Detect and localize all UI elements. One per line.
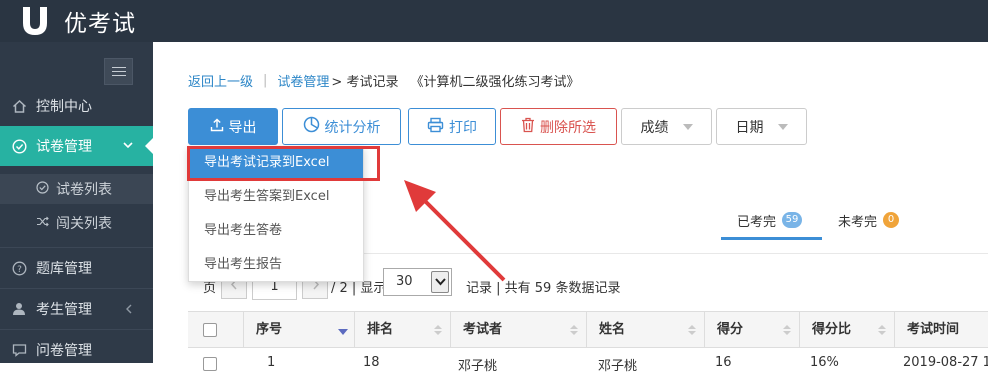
home-icon (11, 98, 27, 114)
statistics-button-label: 统计分析 (324, 119, 381, 136)
column-header-index[interactable]: 序号 (243, 312, 354, 348)
tab-incomplete[interactable]: 未考完 0 (838, 205, 900, 235)
table-row[interactable]: 1 18 邓子桃 邓子桃 16 16% 2019-08-27 13 (188, 349, 988, 374)
sort-icon (688, 325, 696, 335)
sort-icon (878, 325, 886, 335)
completed-count-badge: 59 (782, 212, 803, 228)
app-name: 优考试 (64, 11, 136, 37)
shuffle-icon (36, 215, 50, 231)
select-all-checkbox[interactable] (203, 323, 217, 337)
user-icon (11, 301, 27, 317)
delete-selected-button[interactable]: 删除所选 (500, 108, 617, 145)
active-pointer (145, 138, 153, 154)
sidebar-subitem-paper-list[interactable]: 试卷列表 (0, 174, 153, 204)
chevron-left-icon (124, 303, 134, 319)
menu-item-export-reports[interactable]: 导出考生报告 (189, 250, 363, 280)
column-header-rank[interactable]: 排名 (354, 312, 450, 348)
pie-chart-icon (303, 116, 320, 137)
sidebar-item-label: 控制中心 (36, 99, 92, 115)
column-header-score-ratio[interactable]: 得分比 (799, 312, 894, 348)
cell-examinee[interactable]: 邓子桃 (458, 355, 497, 374)
sidebar-item-control-center[interactable]: 控制中心 (0, 86, 153, 126)
back-link[interactable]: 返回上一级 (188, 71, 253, 90)
breadcrumb-parent-link[interactable]: 试卷管理 (277, 71, 329, 90)
chat-icon (11, 342, 27, 358)
highlight-annotation-box (187, 146, 380, 181)
top-bar: 优考试 (0, 0, 988, 42)
caret-down-icon (682, 123, 693, 130)
logo-icon (18, 4, 52, 38)
active-tab-indicator (721, 237, 822, 240)
column-header-examinee[interactable]: 考试者 (450, 312, 586, 348)
paper-title: 《计算机二级强化练习考试》 (410, 75, 580, 90)
chevron-down-icon (122, 139, 134, 155)
sidebar-subitem-label: 闯关列表 (56, 216, 112, 232)
svg-text:?: ? (17, 265, 22, 275)
sidebar-item-label: 考生管理 (36, 302, 92, 318)
column-header-exam-time[interactable]: 考试时间 (894, 312, 988, 348)
tab-completed[interactable]: 已考完 59 (737, 205, 803, 235)
print-button[interactable]: 打印 (408, 108, 496, 145)
sidebar-item-paper-management[interactable]: 试卷管理 (0, 126, 153, 166)
sidebar-subitem-label: 试卷列表 (56, 182, 112, 198)
question-circle-icon: ? (11, 260, 27, 276)
sidebar: 控制中心 试卷管理 试卷列表 闯关列表 ? 题库管理 考生管理 问卷管理 (0, 42, 153, 363)
caret-down-icon (777, 123, 788, 130)
menu-item-export-answer-sheets[interactable]: 导出考生答卷 (189, 216, 363, 246)
incomplete-count-badge: 0 (883, 212, 900, 228)
column-header-score[interactable]: 得分 (704, 312, 799, 348)
sort-icon (434, 325, 442, 335)
sidebar-subitem-level-list[interactable]: 闯关列表 (0, 208, 153, 238)
export-button[interactable]: 导出 (188, 108, 278, 145)
annotation-arrow-icon (404, 180, 506, 282)
sidebar-item-survey-management[interactable]: 问卷管理 (0, 330, 153, 370)
sidebar-item-question-bank[interactable]: ? 题库管理 (0, 248, 153, 288)
column-header-name[interactable]: 姓名 (586, 312, 704, 348)
score-filter-label: 成绩 (640, 119, 669, 136)
row-checkbox[interactable] (203, 357, 217, 371)
tab-incomplete-label: 未考完 (838, 214, 878, 230)
statistics-button[interactable]: 统计分析 (282, 108, 401, 145)
upload-icon (210, 118, 224, 136)
printer-icon (427, 117, 444, 137)
sidebar-item-label: 试卷管理 (36, 139, 92, 155)
breadcrumb-separator: | (263, 73, 268, 88)
date-filter-dropdown[interactable]: 日期 (716, 108, 807, 145)
sidebar-item-candidate-management[interactable]: 考生管理 (0, 289, 153, 329)
sort-desc-icon (338, 325, 348, 335)
export-button-label: 导出 (228, 119, 257, 136)
delete-button-label: 删除所选 (540, 119, 596, 136)
sidebar-item-label: 问卷管理 (36, 343, 92, 359)
check-circle-icon (11, 138, 27, 154)
breadcrumb-current: > 考试记录 (331, 75, 399, 90)
menu-toggle-button[interactable] (104, 58, 133, 85)
check-circle-icon (36, 181, 50, 197)
tab-completed-label: 已考完 (737, 214, 777, 230)
sort-icon (783, 325, 791, 335)
score-filter-dropdown[interactable]: 成绩 (621, 108, 712, 145)
date-filter-label: 日期 (735, 119, 764, 136)
sidebar-item-label: 题库管理 (36, 261, 92, 277)
trash-icon (521, 117, 535, 137)
sort-icon (570, 325, 578, 335)
print-button-label: 打印 (449, 119, 477, 136)
cell-name: 邓子桃 (598, 359, 638, 374)
menu-item-export-answers-excel[interactable]: 导出考生答案到Excel (189, 182, 363, 212)
breadcrumb: 返回上一级 | 试卷管理 > 考试记录 《计算机二级强化练习考试》 (188, 71, 579, 90)
table-header: 序号 排名 考试者 姓名 得分 得分比 考试时间 (188, 311, 988, 348)
app-logo[interactable]: 优考试 (18, 4, 136, 38)
